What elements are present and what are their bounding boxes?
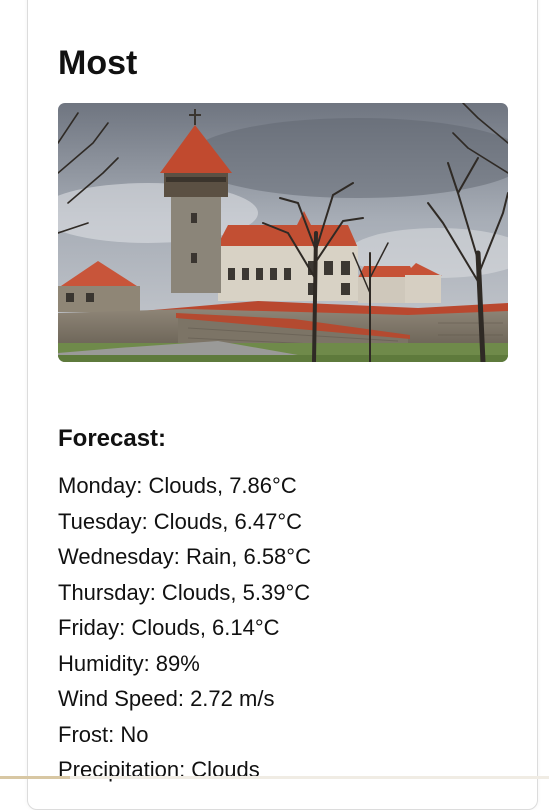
frost-value: Frost: No	[58, 721, 149, 747]
forecast-day-thursday: Thursday: Clouds, 5.39°C	[58, 579, 311, 605]
forecast-list: Monday: Clouds, 7.86°C Tuesday: Clouds, …	[58, 468, 311, 788]
castle-photo	[58, 103, 508, 362]
forecast-day-wednesday: Wednesday: Rain, 6.58°C	[58, 544, 311, 569]
humidity-value: Humidity: 89%	[58, 650, 200, 676]
weather-card: Most Forecast: Monday: Clouds, 7.86°C Tu…	[27, 0, 538, 810]
forecast-heading: Forecast:	[58, 425, 167, 452]
precipitation-value: Precipitation: Clouds	[58, 757, 260, 782]
city-title: Most	[58, 44, 138, 82]
forecast-day-tuesday: Tuesday: Clouds, 6.47°C	[58, 508, 302, 534]
forecast-day-friday: Friday: Clouds, 6.14°C	[58, 615, 280, 640]
wind-speed-value: Wind Speed: 2.72 m/s	[58, 686, 275, 711]
forecast-day-monday: Monday: Clouds, 7.86°C	[58, 473, 297, 498]
